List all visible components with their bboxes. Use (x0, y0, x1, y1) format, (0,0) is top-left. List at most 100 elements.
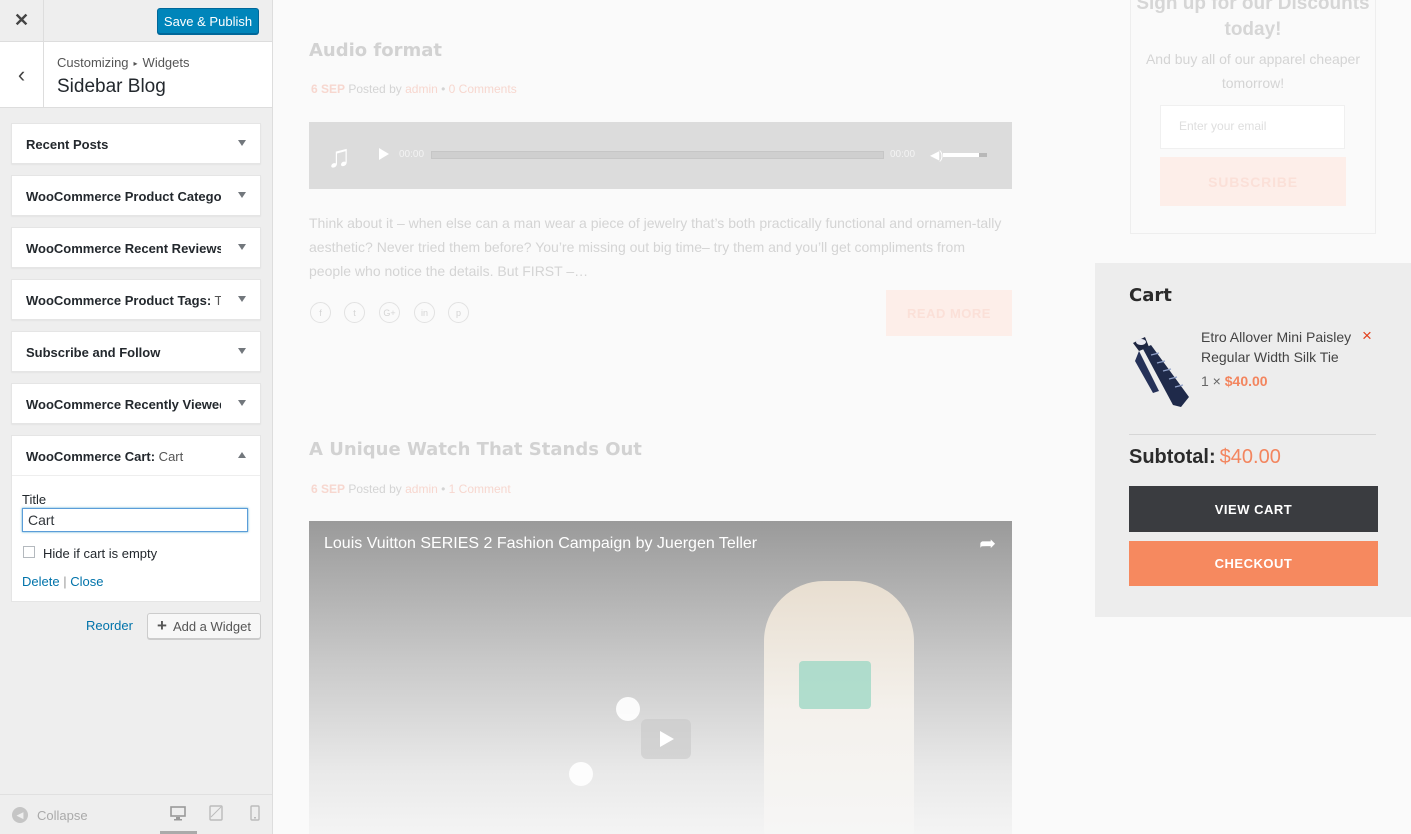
expand-arrow-icon[interactable] (238, 296, 246, 302)
widget-title-text: WooCommerce Product Catego... (26, 189, 221, 204)
hide-empty-label: Hide if cart is empty (43, 546, 158, 561)
expand-arrow-icon[interactable] (238, 192, 246, 198)
plus-icon: + (157, 616, 167, 635)
product-name-link[interactable]: Etro Allover Mini Paisley Regular Width … (1201, 327, 1361, 367)
panel-title: Sidebar Blog (57, 76, 166, 97)
widget-recent-posts[interactable]: Recent Posts (11, 123, 261, 164)
post-author-link[interactable]: admin (405, 482, 438, 496)
customizer-sidebar: ✕ Save & Publish ‹ Customizing ▸ Widgets S… (0, 0, 273, 834)
view-cart-button[interactable]: VIEW CART (1129, 486, 1378, 532)
subtotal-value: $40.00 (1219, 446, 1281, 468)
hide-empty-checkbox[interactable] (23, 546, 35, 558)
widget-title: WooCommerce Product Catego... (26, 189, 221, 204)
widget-title-text: WooCommerce Cart: (26, 449, 156, 464)
product-thumbnail[interactable] (1129, 331, 1191, 409)
widget-product-categories[interactable]: WooCommerce Product Catego... (11, 175, 261, 216)
meta-dot-icon: • (441, 82, 446, 96)
subtotal-label: Subtotal: (1129, 446, 1216, 468)
widget-recent-reviews[interactable]: WooCommerce Recent Reviews... (11, 227, 261, 268)
audio-current-time: 00:00 (399, 149, 425, 160)
widget-title-text: Subscribe and Follow (26, 345, 161, 360)
signup-subtext: And buy all of our apparel cheaper tomor… (1145, 51, 1361, 91)
video-title[interactable]: Louis Vuitton SERIES 2 Fashion Campaign … (324, 535, 757, 553)
title-input[interactable] (22, 508, 248, 532)
close-icon[interactable]: ✕ (0, 0, 44, 41)
widget-title-text: WooCommerce Product Tags: (26, 293, 212, 308)
twitter-share-icon[interactable]: t (344, 302, 365, 323)
expand-arrow-icon[interactable] (238, 400, 246, 406)
widget-title: WooCommerce Product Tags: T... (26, 293, 221, 308)
save-publish-button[interactable]: Save & Publish (157, 8, 259, 34)
play-icon (660, 731, 674, 747)
posted-by-label: Posted by (348, 482, 402, 496)
section-title-area: ‹ Customizing ▸ Widgets Sidebar Blog (0, 42, 272, 108)
customizer-footer: ◀ Collapse (0, 794, 272, 834)
widget-recently-viewed[interactable]: WooCommerce Recently Viewed (11, 383, 261, 424)
post-excerpt: Think about it – when else can a man wea… (309, 215, 1002, 279)
remove-item-icon[interactable]: × (1362, 326, 1372, 346)
post-title[interactable]: A Unique Watch That Stands Out (309, 439, 642, 460)
video-light-orb (569, 762, 593, 786)
widget-subscribe-follow[interactable]: Subscribe and Follow (11, 331, 261, 372)
read-more-button[interactable]: READ MORE (886, 290, 1012, 336)
collapse-label: Collapse (37, 807, 88, 823)
pinterest-share-icon[interactable]: p (448, 302, 469, 323)
signup-heading: Sign up for our Discounts today! (1136, 0, 1370, 40)
googleplus-share-icon[interactable]: G+ (379, 302, 400, 323)
expand-arrow-icon[interactable] (238, 348, 246, 354)
signup-widget: Sign up for our Discounts today! And buy… (1130, 0, 1376, 234)
video-embed[interactable]: Louis Vuitton SERIES 2 Fashion Campaign … (309, 521, 1012, 834)
mobile-preview-icon[interactable] (247, 805, 263, 823)
collapse-arrow-icon: ◀ (12, 807, 28, 823)
video-play-button[interactable] (641, 719, 691, 759)
cart-widget: Cart Etro Allover Mini Paisley Regular W… (1095, 263, 1411, 617)
post-title[interactable]: Audio format (309, 40, 442, 61)
back-arrow-icon[interactable]: ‹ (0, 42, 44, 107)
breadcrumb-separator-icon: ▸ (133, 59, 138, 68)
linkedin-share-icon[interactable]: in (414, 302, 435, 323)
audio-duration: 00:00 (890, 149, 916, 160)
cart-subtotal: Subtotal: $40.00 (1129, 446, 1281, 469)
subscribe-button[interactable]: SUBSCRIBE (1160, 157, 1346, 206)
site-preview: Audio format 6 SEP Posted by admin • 0 C… (273, 0, 1411, 834)
posted-by-label: Posted by (348, 82, 402, 96)
collapse-arrow-icon[interactable] (238, 452, 246, 458)
volume-icon[interactable]: ◀) (930, 148, 943, 162)
post-meta: 6 SEP Posted by admin • 0 Comments (311, 82, 517, 96)
link-separator: | (63, 574, 67, 589)
widget-title-text: WooCommerce Recently Viewed (26, 397, 221, 412)
expand-arrow-icon[interactable] (238, 244, 246, 250)
share-arrow-icon[interactable]: ➦ (979, 531, 996, 556)
widget-title: WooCommerce Cart: Cart (26, 449, 183, 464)
volume-slider[interactable] (943, 153, 987, 157)
tablet-preview-icon[interactable] (208, 805, 224, 823)
post-date: 6 SEP (311, 482, 346, 496)
play-icon[interactable] (379, 148, 389, 160)
collapse-button[interactable]: ◀ Collapse (12, 807, 88, 823)
add-widget-label: Add a Widget (172, 618, 251, 634)
email-field[interactable]: Enter your email (1160, 105, 1345, 149)
desktop-preview-icon[interactable] (170, 805, 186, 823)
post-author-link[interactable]: admin (405, 82, 438, 96)
expand-arrow-icon[interactable] (238, 140, 246, 146)
post-comments-link[interactable]: 0 Comments (449, 82, 517, 96)
video-light-orb (616, 697, 640, 721)
delete-link[interactable]: Delete (22, 574, 60, 589)
facebook-share-icon[interactable]: f (310, 302, 331, 323)
widget-instance-text: T... (214, 293, 221, 308)
widget-product-tags[interactable]: WooCommerce Product Tags: T... (11, 279, 261, 320)
widget-instance-text: Cart (155, 449, 184, 464)
title-field-label: Title (22, 492, 47, 507)
reorder-link[interactable]: Reorder (86, 618, 133, 633)
product-price: $40.00 (1224, 373, 1268, 389)
widget-cart-header[interactable]: WooCommerce Cart: Cart (12, 436, 260, 476)
add-widget-button[interactable]: + Add a Widget (147, 613, 261, 639)
checkout-button[interactable]: CHECKOUT (1129, 541, 1378, 586)
close-link[interactable]: Close (70, 574, 103, 589)
music-note-icon: ♫ (327, 138, 351, 174)
post-comments-link[interactable]: 1 Comment (449, 482, 511, 496)
audio-progress-bar[interactable] (431, 151, 884, 159)
customizer-header: ✕ Save & Publish (0, 0, 272, 42)
post-date: 6 SEP (311, 82, 346, 96)
widget-cart-expanded: WooCommerce Cart: Cart Title Hide if car… (11, 435, 261, 602)
